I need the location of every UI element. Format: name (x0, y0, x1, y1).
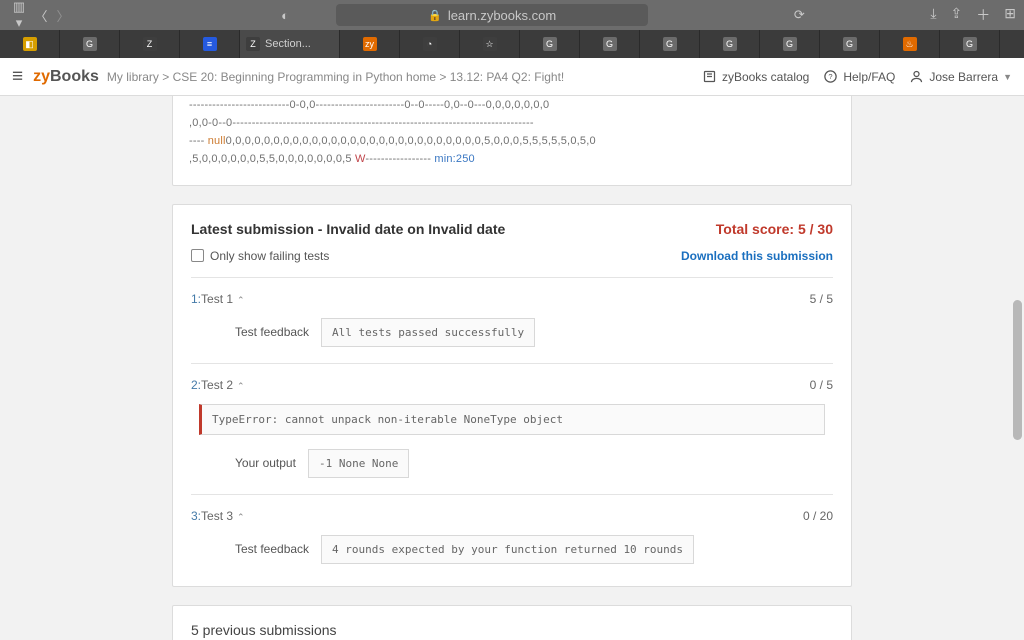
only-failing-toggle[interactable]: Only show failing tests (191, 249, 329, 263)
downloads-icon[interactable]: ⤓ (930, 5, 936, 25)
feedback-box: 4 rounds expected by your function retur… (321, 535, 694, 564)
test-row-1: 1:Test 1⌃ 5 / 5 Test feedback All tests … (191, 277, 833, 363)
test-header[interactable]: 3:Test 3⌃ 0 / 20 (191, 509, 833, 523)
help-link[interactable]: ? Help/FAQ (823, 69, 895, 84)
reload-icon[interactable]: ⟳ (788, 7, 810, 23)
scrollbar-thumb[interactable] (1013, 300, 1022, 440)
tab-3[interactable]: Z (120, 30, 180, 58)
back-button[interactable]: 〈 (30, 6, 52, 25)
test-row-2: 2:Test 2⌃ 0 / 5 TypeError: cannot unpack… (191, 363, 833, 494)
user-icon (909, 69, 924, 84)
svg-text:?: ? (829, 72, 833, 81)
submission-heading: Latest submission - Invalid date on Inva… (191, 221, 505, 237)
browser-toolbar: ▥ ▾ 〈 〉 ◐ 🔒 learn.zybooks.com ⟳ ⤓ ⇪ ＋ ⊞ (0, 0, 1024, 30)
address-bar[interactable]: 🔒 learn.zybooks.com (336, 4, 648, 26)
console-output-card: --------------------------0-0,0---------… (172, 96, 852, 186)
error-box: TypeError: cannot unpack non-iterable No… (199, 404, 825, 435)
chevron-up-icon: ⌃ (237, 295, 245, 305)
page-content: --------------------------0-0,0---------… (0, 96, 1024, 640)
feedback-label: Test feedback (235, 325, 309, 339)
tab-13[interactable]: G (760, 30, 820, 58)
help-icon: ? (823, 69, 838, 84)
results-card: Latest submission - Invalid date on Inva… (172, 204, 852, 587)
previous-heading: 5 previous submissions (191, 622, 337, 638)
tab-10[interactable]: G (580, 30, 640, 58)
share-icon[interactable]: ⇪ (951, 5, 963, 25)
previous-submissions-card[interactable]: 5 previous submissions (172, 605, 852, 640)
tabs-overview-icon[interactable]: ⊞ (1004, 5, 1016, 25)
shield-icon[interactable]: ◐ (274, 8, 296, 23)
tab-8[interactable]: ☆ (460, 30, 520, 58)
sidebar-toggle-icon[interactable]: ▥ ▾ (8, 0, 30, 31)
tab-active[interactable]: Z Section... (240, 30, 340, 58)
catalog-link[interactable]: zyBooks catalog (702, 69, 809, 84)
test-header[interactable]: 1:Test 1⌃ 5 / 5 (191, 292, 833, 306)
brand-logo[interactable]: zyBooks (33, 68, 99, 86)
tab-label: Section... (265, 38, 311, 50)
book-icon (702, 69, 717, 84)
tab-2[interactable]: G (60, 30, 120, 58)
test-row-3: 3:Test 3⌃ 0 / 20 Test feedback 4 rounds … (191, 494, 833, 580)
feedback-box: All tests passed successfully (321, 318, 535, 347)
tab-16[interactable]: G (940, 30, 1000, 58)
chevron-up-icon: ⌃ (237, 381, 245, 391)
tab-strip: ◧ G Z ≡ Z Section... zy ◔ ☆ G G G G G G … (0, 30, 1024, 58)
url-host: learn.zybooks.com (448, 8, 556, 23)
tab-9[interactable]: G (520, 30, 580, 58)
test-header[interactable]: 2:Test 2⌃ 0 / 5 (191, 378, 833, 392)
breadcrumb[interactable]: My library > CSE 20: Beginning Programmi… (107, 70, 564, 84)
output-label: Your output (235, 456, 296, 470)
checkbox-icon (191, 249, 204, 262)
forward-button: 〉 (52, 6, 74, 25)
new-tab-icon[interactable]: ＋ (976, 5, 990, 25)
tab-11[interactable]: G (640, 30, 700, 58)
download-submission-link[interactable]: Download this submission (681, 249, 833, 263)
chevron-up-icon: ⌃ (237, 512, 245, 522)
tab-7[interactable]: ◔ (400, 30, 460, 58)
tab-6[interactable]: zy (340, 30, 400, 58)
tab-12[interactable]: G (700, 30, 760, 58)
total-score: Total score: 5 / 30 (716, 221, 833, 237)
lock-icon: 🔒 (428, 9, 442, 22)
test-score: 5 / 5 (810, 292, 833, 306)
test-score: 0 / 5 (810, 378, 833, 392)
chevron-down-icon: ▼ (1003, 72, 1012, 82)
tab-14[interactable]: G (820, 30, 880, 58)
tab-4[interactable]: ≡ (180, 30, 240, 58)
menu-icon[interactable]: ≡ (12, 66, 23, 88)
zybooks-nav: ≡ zyBooks My library > CSE 20: Beginning… (0, 58, 1024, 96)
tab-15[interactable]: ♨ (880, 30, 940, 58)
console-output: --------------------------0-0,0---------… (189, 96, 835, 169)
tab-1[interactable]: ◧ (0, 30, 60, 58)
user-menu[interactable]: Jose Barrera ▼ (909, 69, 1012, 84)
output-box: -1 None None (308, 449, 409, 478)
test-score: 0 / 20 (803, 509, 833, 523)
feedback-label: Test feedback (235, 542, 309, 556)
